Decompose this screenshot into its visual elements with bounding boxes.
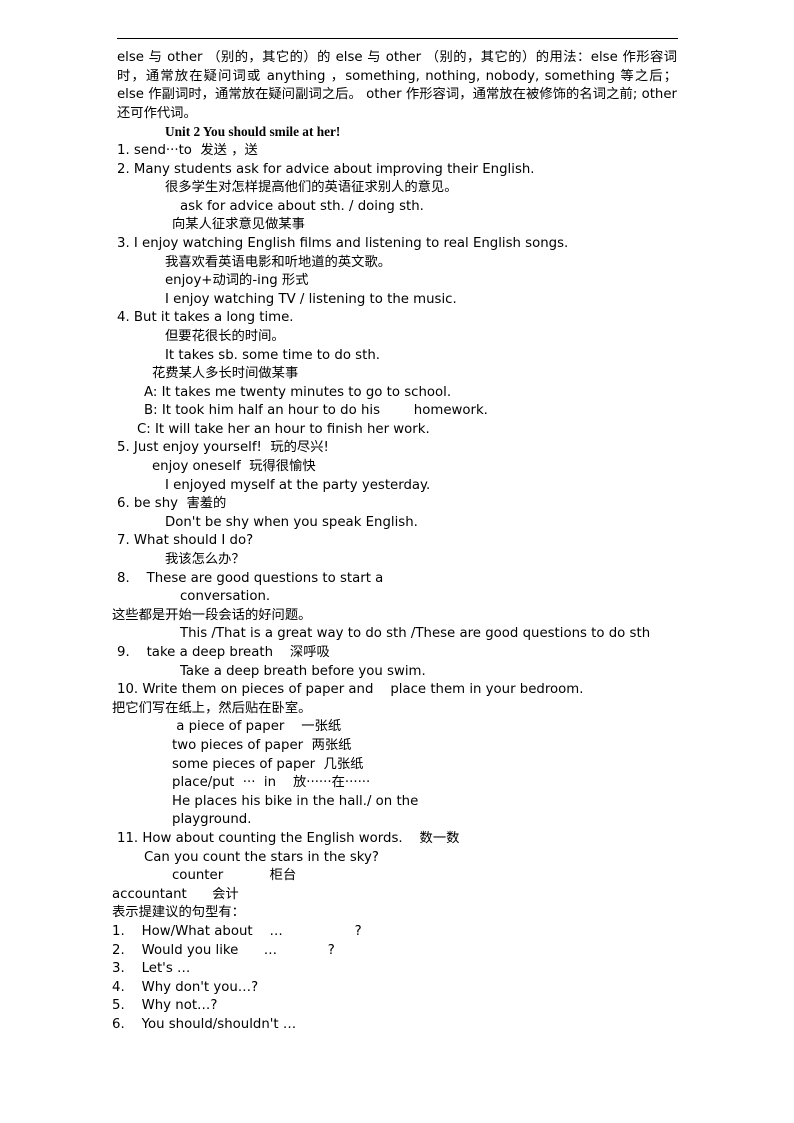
notes-line: 我喜欢看英语电影和听地道的英文歌。 (165, 254, 392, 270)
notes-line: 花费某人多长时间做某事 (152, 366, 299, 382)
notes-line: a piece of paper 一张纸 (172, 719, 342, 735)
notes-line: 1. send···to 发送 ，送 (117, 142, 258, 158)
notes-line: 2. Would you like … ? (112, 942, 335, 958)
notes-line: enjoy oneself 玩得很愉快 (152, 459, 316, 475)
unit-heading: Unit 2 You should smile at her! (165, 124, 341, 140)
notes-line: Can you count the stars in the sky? (144, 849, 379, 865)
intro-paragraph: else 与 other （别的，其它的）的 else 与 other （别的，… (117, 50, 677, 121)
document-page: else 与 other （别的，其它的）的 else 与 other （别的，… (0, 0, 794, 1123)
notes-line: I enjoyed myself at the party yesterday. (165, 477, 431, 493)
notes-line: playground. (172, 812, 252, 828)
notes-line: 向某人征求意见做某事 (172, 217, 305, 233)
notes-line: 很多学生对怎样提高他们的英语征求别人的意见。 (165, 180, 458, 196)
notes-line: 表示提建议的句型有： (112, 905, 245, 921)
notes-line: B: It took him half an hour to do his ho… (144, 403, 488, 419)
notes-line: 8. These are good questions to start a (117, 570, 384, 586)
notes-line: 2. Many students ask for advice about im… (117, 161, 535, 177)
notes-line: 4. But it takes a long time. (117, 310, 294, 326)
notes-line: 5. Why not…? (112, 998, 218, 1014)
notes-line: It takes sb. some time to do sth. (165, 347, 380, 363)
notes-line: 6. be shy 害羞的 (117, 496, 227, 512)
notes-line-list: 1. send···to 发送 ，送 2. Many students ask f… (0, 142, 794, 1035)
notes-line: 10. Write them on pieces of paper and pl… (117, 682, 584, 698)
notes-line: 把它们写在纸上，然后贴在卧室。 (112, 700, 312, 716)
notes-line: 3. Let's … (112, 961, 191, 977)
notes-line: I enjoy watching TV / listening to the m… (165, 291, 457, 307)
notes-line: 这些都是开始一段会话的好问题。 (112, 607, 312, 623)
notes-line: 我该怎么办？ (165, 552, 245, 568)
notes-line: counter 柜台 (172, 868, 297, 884)
notes-line: place/put ··· in 放······在······ (172, 775, 371, 791)
notes-line: 1. How/What about … ? (112, 923, 362, 939)
notes-line: C: It will take her an hour to finish he… (137, 421, 430, 437)
notes-line: 6. You should/shouldn't … (112, 1016, 297, 1032)
notes-line: 9. take a deep breath 深呼吸 (117, 645, 330, 660)
notes-line: Take a deep breath before you swim. (180, 663, 426, 679)
document-body: else 与 other （别的，其它的）的 else 与 other （别的，… (0, 49, 794, 1034)
notes-line: 5. Just enjoy yourself! 玩的尽兴! (117, 440, 329, 456)
notes-line: some pieces of paper 几张纸 (172, 756, 364, 772)
notes-line: Don't be shy when you speak English. (165, 514, 418, 530)
notes-line: 3. I enjoy watching English films and li… (117, 235, 569, 251)
notes-line: A: It takes me twenty minutes to go to s… (144, 384, 452, 400)
notes-line: two pieces of paper 两张纸 (172, 737, 352, 753)
notes-line: conversation. (180, 589, 271, 605)
header-horizontal-rule (117, 38, 678, 39)
notes-line: 4. Why don't you…? (112, 979, 259, 995)
notes-line: 11. How about counting the English words… (117, 830, 460, 846)
notes-line: ask for advice about sth. / doing sth. (180, 198, 424, 214)
notes-line: He places his bike in the hall./ on the (172, 793, 419, 809)
notes-line: enjoy+动词的-ing 形式 (165, 273, 309, 289)
notes-line: 7. What should I do? (117, 533, 254, 549)
notes-line: This /That is a great way to do sth /The… (180, 626, 651, 642)
notes-line: 但要花很长的时间。 (165, 328, 285, 344)
notes-line: accountant 会计 (112, 886, 239, 902)
